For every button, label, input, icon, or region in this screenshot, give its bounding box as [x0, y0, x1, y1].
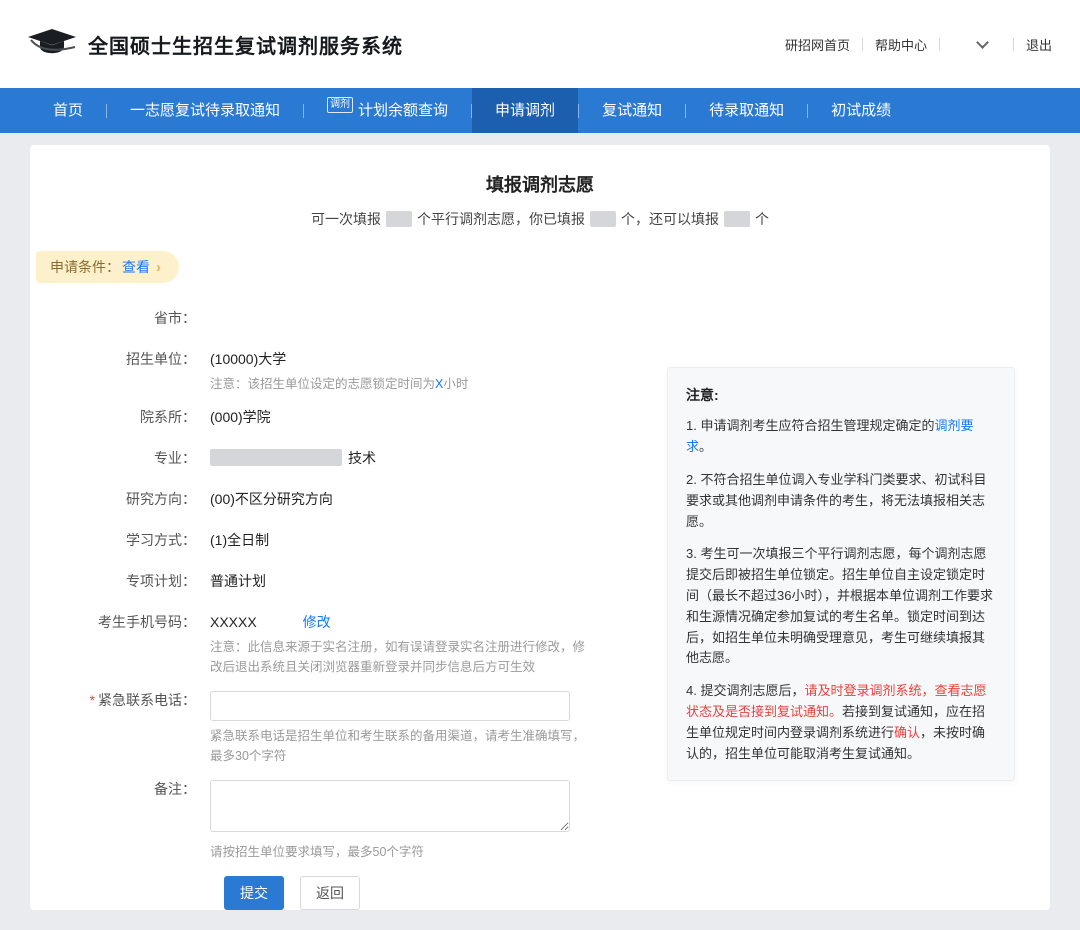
direction-value: (00)不区分研究方向	[210, 490, 333, 509]
department-label: 院系所：	[30, 408, 210, 427]
notice-text: 4. 提交调剂志愿后，	[686, 683, 804, 698]
phone-value: XXXXX	[210, 614, 257, 630]
note-text: 注意：该招生单位设定的志愿锁定时间为	[210, 377, 435, 391]
phone-note: 注意：此信息来源于实名注册，如有误请登录实名注册进行修改，修改后退出系统且关闭浏…	[210, 638, 588, 677]
subtitle-text: 个	[755, 211, 769, 227]
form-row-major: 专业： 技术	[30, 449, 670, 468]
redacted-major	[210, 449, 342, 466]
header-divider	[862, 38, 863, 51]
form-row-special-plan: 专项计划： 普通计划	[30, 572, 670, 591]
main-card: 填报调剂志愿 可一次填报 个平行调剂志愿，你已填报 个，还可以填报 个 申请条件： 查…	[30, 145, 1050, 910]
nav-item-label: 首页	[53, 88, 83, 133]
nav-item-quota-query[interactable]: 调剂 计划余额查询	[304, 88, 471, 133]
notice-title: 注意:	[686, 384, 996, 406]
help-center-link[interactable]: 帮助中心	[875, 35, 927, 54]
nav-item-initial-score[interactable]: 初试成绩	[808, 88, 914, 133]
condition-label: 申请条件：	[50, 257, 120, 277]
nav-item-apply-adjustment[interactable]: 申请调剂	[472, 88, 578, 133]
province-label: 省市：	[30, 309, 210, 328]
note-text: 小时	[443, 377, 468, 391]
subtitle-text: 个，还可以填报	[621, 211, 719, 227]
header-links: 研招网首页 帮助中心 退出	[785, 35, 1052, 54]
notice-item-3: 3. 考生可一次填报三个平行调剂志愿，每个调剂志愿提交后即被招生单位锁定。招生单…	[686, 544, 996, 669]
nav-item-label: 一志愿复试待录取通知	[130, 88, 280, 133]
form-row-remark: 备注： 请按招生单位要求填写，最多50个字符	[30, 780, 670, 862]
nav-item-label: 申请调剂	[495, 88, 555, 133]
notice-panel: 注意: 1. 申请调剂考生应符合招生管理规定确定的调剂要求。 2. 不符合招生单…	[667, 367, 1015, 781]
form-row-study-mode: 学习方式： (1)全日制	[30, 531, 670, 550]
unit-lock-note: 注意：该招生单位设定的志愿锁定时间为X小时	[210, 375, 468, 394]
remark-textarea[interactable]	[210, 780, 570, 832]
page-title: 填报调剂志愿	[30, 171, 1050, 197]
adjustment-form: 省市： 招生单位： (10000)大学 注意：该招生单位设定的志愿锁定时间为X小…	[30, 309, 670, 910]
required-asterisk: *	[90, 692, 95, 708]
subtitle-text: 个平行调剂志愿，你已填报	[417, 211, 585, 227]
emergency-phone-note: 紧急联系电话是招生单位和考生联系的备用渠道，请考生准确填写，最多30个字符	[210, 727, 588, 766]
notice-item-2: 2. 不符合招生单位调入专业学科门类要求、初试科目要求或其他调剂申请条件的考生，…	[686, 470, 996, 532]
remark-label: 备注：	[30, 780, 210, 862]
nav-item-label: 初试成绩	[831, 88, 891, 133]
nav-item-admission-notice[interactable]: 待录取通知	[686, 88, 807, 133]
form-row-direction: 研究方向： (00)不区分研究方向	[30, 490, 670, 509]
redacted-count	[590, 211, 616, 227]
form-row-phone: 考生手机号码： XXXXX 修改 注意：此信息来源于实名注册，如有误请登录实名注…	[30, 613, 670, 677]
major-suffix: 技术	[348, 450, 376, 466]
nav-item-first-choice-notice[interactable]: 一志愿复试待录取通知	[107, 88, 303, 133]
study-mode-value: (1)全日制	[210, 531, 269, 550]
notice-warning-text: 确认	[894, 725, 920, 740]
nav-item-home[interactable]: 首页	[30, 88, 106, 133]
redacted-count	[386, 211, 412, 227]
submit-button[interactable]: 提交	[224, 876, 284, 910]
apply-condition-badge: 申请条件： 查看 ›	[36, 251, 179, 283]
study-mode-label: 学习方式：	[30, 531, 210, 550]
chevron-down-icon[interactable]	[976, 36, 989, 49]
department-value: (000)学院	[210, 408, 271, 427]
form-row-province: 省市：	[30, 309, 670, 328]
app-title: 全国硕士生招生复试调剂服务系统	[88, 30, 403, 59]
tiaoji-tag-icon: 调剂	[327, 97, 353, 113]
edit-phone-link[interactable]: 修改	[303, 614, 331, 630]
phone-value-line: XXXXX 修改	[210, 613, 588, 632]
page-subtitle: 可一次填报 个平行调剂志愿，你已填报 个，还可以填报 个	[30, 209, 1050, 229]
form-row-department: 院系所： (000)学院	[30, 408, 670, 427]
yanzhao-home-link[interactable]: 研招网首页	[785, 35, 850, 54]
nav-item-label: 计划余额查询	[358, 88, 448, 133]
major-value: 技术	[210, 449, 376, 468]
form-actions: 提交 返回	[224, 876, 670, 910]
header-divider	[1013, 38, 1014, 51]
logout-link[interactable]: 退出	[1026, 35, 1052, 54]
form-row-emergency-phone: *紧急联系电话： 紧急联系电话是招生单位和考生联系的备用渠道，请考生准确填写，最…	[30, 691, 670, 766]
app-header: 全国硕士生招生复试调剂服务系统 研招网首页 帮助中心 退出	[0, 0, 1080, 88]
back-button[interactable]: 返回	[300, 876, 360, 910]
page-content: 填报调剂志愿 可一次填报 个平行调剂志愿，你已填报 个，还可以填报 个 申请条件： 查…	[0, 133, 1080, 910]
notice-text: 。	[699, 439, 712, 454]
unit-value: (10000)大学	[210, 350, 468, 369]
chevron-right-icon: ›	[156, 259, 161, 276]
header-divider	[939, 38, 940, 51]
emergency-phone-input[interactable]	[210, 691, 570, 721]
nav-item-retest-notice[interactable]: 复试通知	[579, 88, 685, 133]
special-plan-value: 普通计划	[210, 572, 266, 591]
nav-item-label: 复试通知	[602, 88, 662, 133]
nav-item-label: 待录取通知	[709, 88, 784, 133]
emergency-label-text: 紧急联系电话：	[98, 692, 196, 708]
notice-item-4: 4. 提交调剂志愿后，请及时登录调剂系统，查看志愿状态及是否接到复试通知。若接到…	[686, 681, 996, 764]
form-row-unit: 招生单位： (10000)大学 注意：该招生单位设定的志愿锁定时间为X小时	[30, 350, 670, 394]
major-label: 专业：	[30, 449, 210, 468]
remark-note: 请按招生单位要求填写，最多50个字符	[210, 843, 570, 862]
redacted-count	[724, 211, 750, 227]
emergency-phone-label: *紧急联系电话：	[30, 691, 210, 766]
brand: 全国硕士生招生复试调剂服务系统	[28, 28, 403, 60]
notice-item-1: 1. 申请调剂考生应符合招生管理规定确定的调剂要求。	[686, 416, 996, 458]
unit-label: 招生单位：	[30, 350, 210, 394]
phone-label: 考生手机号码：	[30, 613, 210, 677]
special-plan-label: 专项计划：	[30, 572, 210, 591]
subtitle-text: 可一次填报	[311, 211, 381, 227]
main-nav: 首页 一志愿复试待录取通知 调剂 计划余额查询 申请调剂 复试通知 待录取通知 …	[0, 88, 1080, 133]
direction-label: 研究方向：	[30, 490, 210, 509]
graduation-cap-icon	[28, 28, 76, 60]
notice-text: 1. 申请调剂考生应符合招生管理规定确定的	[686, 418, 934, 433]
view-condition-link[interactable]: 查看	[122, 257, 150, 277]
